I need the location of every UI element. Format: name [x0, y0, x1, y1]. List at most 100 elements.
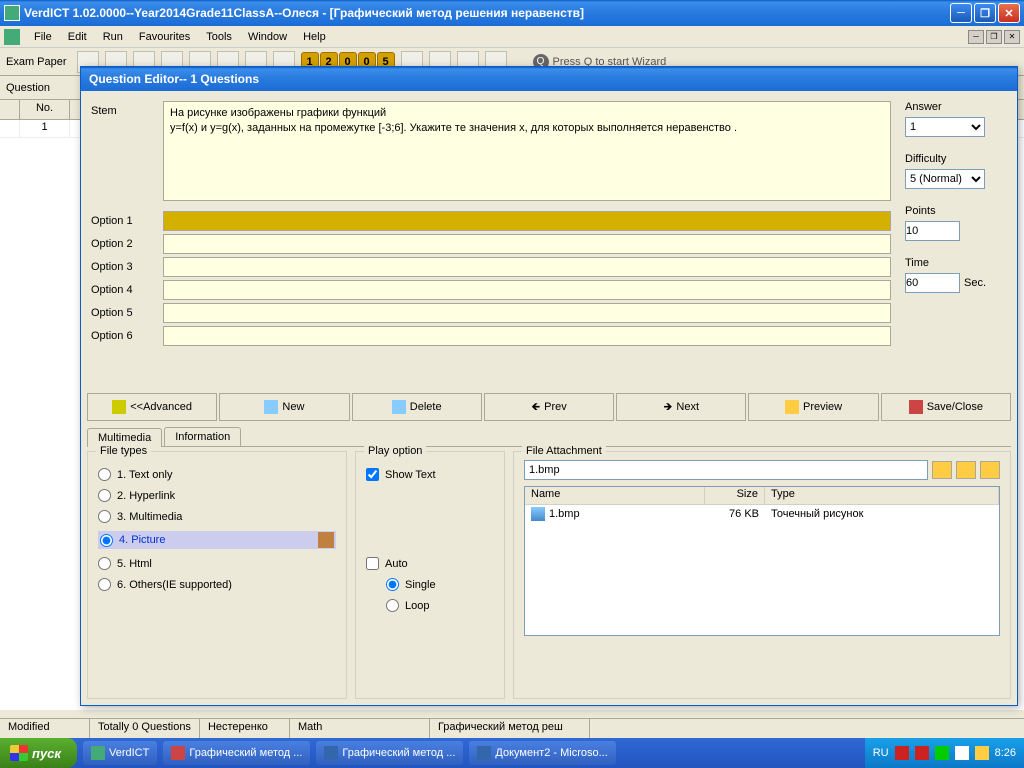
view-file-icon[interactable]: [980, 461, 1000, 479]
windows-flag-icon: [10, 745, 28, 761]
tray-icon-3[interactable]: [935, 746, 949, 760]
system-tray: RU 8:26: [865, 738, 1024, 768]
advanced-button[interactable]: <<Advanced: [87, 393, 217, 421]
close-button[interactable]: ✕: [998, 3, 1020, 23]
language-indicator[interactable]: RU: [873, 747, 889, 759]
delete-icon: [392, 400, 406, 414]
taskbar-item-2[interactable]: Графический метод ...: [163, 741, 310, 765]
menu-edit[interactable]: Edit: [60, 29, 95, 45]
stem-textarea[interactable]: На рисунке изображены графики функций y=…: [163, 101, 891, 201]
menu-help[interactable]: Help: [295, 29, 334, 45]
mdi-restore-button[interactable]: ❐: [986, 30, 1002, 44]
delete-file-icon[interactable]: [956, 461, 976, 479]
clipboard-icon[interactable]: [318, 532, 334, 548]
tray-icon-1[interactable]: [895, 746, 909, 760]
next-button[interactable]: 🡺Next: [616, 393, 746, 421]
menu-run[interactable]: Run: [95, 29, 131, 45]
menu-window[interactable]: Window: [240, 29, 295, 45]
app-menu-icon[interactable]: [4, 29, 20, 45]
filetype-others-radio[interactable]: [98, 578, 111, 591]
tray-icon-4[interactable]: [955, 746, 969, 760]
maximize-button[interactable]: ❐: [974, 3, 996, 23]
option3-input[interactable]: [163, 257, 891, 277]
time-unit: Sec.: [964, 277, 986, 289]
mdi-minimize-button[interactable]: ─: [968, 30, 984, 44]
prev-button[interactable]: 🡸Prev: [484, 393, 614, 421]
tab-information[interactable]: Information: [164, 427, 241, 446]
filetype-html-radio[interactable]: [98, 557, 111, 570]
exam-paper-label: Exam Paper: [6, 56, 67, 68]
time-label: Time: [905, 257, 1007, 269]
playoption-group: Play option Show Text Auto Single Loop: [355, 451, 505, 699]
filetype-textonly-radio[interactable]: [98, 468, 111, 481]
taskbar-item-3[interactable]: Графический метод ...: [316, 741, 463, 765]
fileattach-group: File Attachment Name Size Type 1.bmp: [513, 451, 1011, 699]
menu-favourites[interactable]: Favourites: [131, 29, 198, 45]
answer-label: Answer: [905, 101, 1007, 113]
grid-corner: [0, 100, 20, 119]
filetype-multimedia-radio[interactable]: [98, 510, 111, 523]
question-editor-dialog: Question Editor-- 1 Questions Stem На ри…: [80, 66, 1018, 706]
option1-label: Option 1: [91, 215, 163, 227]
menu-tools[interactable]: Tools: [198, 29, 240, 45]
option1-input[interactable]: [163, 211, 891, 231]
new-icon: [264, 400, 278, 414]
loop-radio[interactable]: [386, 599, 399, 612]
playoption-legend: Play option: [364, 445, 426, 457]
points-input[interactable]: [905, 221, 960, 241]
save-icon: [909, 400, 923, 414]
dialog-titlebar: Question Editor-- 1 Questions: [81, 67, 1017, 91]
menu-file[interactable]: File: [26, 29, 60, 45]
filetypes-legend: File types: [96, 445, 151, 457]
taskbar-item-verdict[interactable]: VerdICT: [83, 741, 157, 765]
filetype-hyperlink-radio[interactable]: [98, 489, 111, 502]
start-button[interactable]: пуск: [0, 738, 77, 768]
delete-button[interactable]: Delete: [352, 393, 482, 421]
ppt-icon: [171, 746, 185, 760]
tray-icon-2[interactable]: [915, 746, 929, 760]
time-input[interactable]: [905, 273, 960, 293]
showtext-checkbox[interactable]: [366, 468, 379, 481]
mdi-close-button[interactable]: ✕: [1004, 30, 1020, 44]
fileattach-list: Name Size Type 1.bmp 76 KB Точечный рису…: [524, 486, 1000, 636]
fa-col-type[interactable]: Type: [765, 487, 999, 504]
fa-list-row[interactable]: 1.bmp 76 KB Точечный рисунок: [525, 505, 999, 523]
grid-row-marker: [0, 120, 20, 137]
advanced-icon: [112, 400, 126, 414]
dialog-title: Question Editor-- 1 Questions: [89, 72, 259, 86]
taskbar-item-4[interactable]: Документ2 - Microso...: [469, 741, 615, 765]
option2-input[interactable]: [163, 234, 891, 254]
status-totally: Totally 0 Questions: [90, 719, 200, 738]
open-file-icon[interactable]: [932, 461, 952, 479]
fa-col-name[interactable]: Name: [525, 487, 705, 504]
option6-input[interactable]: [163, 326, 891, 346]
preview-icon: [785, 400, 799, 414]
grid-col-no[interactable]: No.: [20, 100, 70, 119]
clock[interactable]: 8:26: [995, 747, 1016, 759]
app-icon: [4, 5, 20, 21]
fileattach-legend: File Attachment: [522, 445, 606, 457]
save-close-button[interactable]: Save/Close: [881, 393, 1011, 421]
preview-button[interactable]: Preview: [748, 393, 878, 421]
fileattach-path-input[interactable]: [524, 460, 928, 480]
prev-icon: 🡸: [531, 398, 540, 417]
tray-icon-5[interactable]: [975, 746, 989, 760]
option3-label: Option 3: [91, 261, 163, 273]
option4-input[interactable]: [163, 280, 891, 300]
status-topic: Графический метод реш: [430, 719, 590, 738]
difficulty-select[interactable]: 5 (Normal): [905, 169, 985, 189]
word-icon: [477, 746, 491, 760]
auto-checkbox[interactable]: [366, 557, 379, 570]
answer-select[interactable]: 1: [905, 117, 985, 137]
status-modified: Modified: [0, 719, 90, 738]
option5-input[interactable]: [163, 303, 891, 323]
status-subject: Math: [290, 719, 430, 738]
single-radio[interactable]: [386, 578, 399, 591]
taskbar: пуск VerdICT Графический метод ... Графи…: [0, 738, 1024, 768]
grid-cell-no: 1: [20, 120, 70, 137]
minimize-button[interactable]: ─: [950, 3, 972, 23]
points-label: Points: [905, 205, 1007, 217]
filetype-picture-radio[interactable]: [100, 534, 113, 547]
fa-col-size[interactable]: Size: [705, 487, 765, 504]
new-button[interactable]: New: [219, 393, 349, 421]
